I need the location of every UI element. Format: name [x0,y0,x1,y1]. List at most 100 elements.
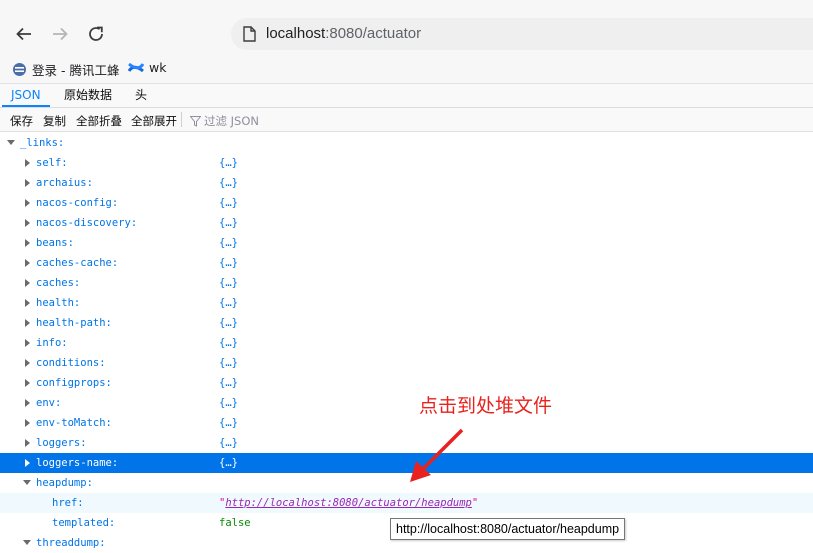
forward-button[interactable] [47,21,73,47]
collapsed-triangle-icon[interactable] [24,213,32,233]
collapsed-triangle-icon[interactable] [24,333,32,353]
expanded-triangle-icon[interactable] [7,133,15,153]
collapsed-object-value: {…} [219,337,238,349]
url-text: localhost:8080/actuator [266,25,421,42]
collapse-all-button[interactable]: 全部折叠 [76,113,122,129]
tree-row[interactable]: beans: {…} [0,233,813,253]
annotation-text: 点击到处堆文件 [419,395,553,417]
url-host: localhost [266,25,326,42]
tree-row[interactable]: health: {…} [0,293,813,313]
json-boolean-value: false [219,517,251,529]
json-key: health: [36,297,81,309]
tab-headers[interactable]: 头 [126,84,156,106]
copy-button[interactable]: 复制 [43,113,66,129]
collapsed-triangle-icon[interactable] [24,153,32,173]
filter-json-input[interactable]: 过滤 JSON [190,113,259,129]
collapsed-triangle-icon[interactable] [24,253,32,273]
json-action-bar: 保存 复制 全部折叠 全部展开 过滤 JSON [0,108,813,132]
collapsed-triangle-icon[interactable] [24,293,32,313]
tree-row[interactable]: archaius: {…} [0,173,813,193]
tree-row[interactable]: configprops: {…} [0,373,813,393]
json-tree: _links: self: {…} archaius: {…} nacos-config… [0,133,813,553]
collapsed-object-value: {…} [219,237,238,249]
json-key: health-path: [36,317,112,329]
collapsed-triangle-icon[interactable] [24,273,32,293]
collapsed-object-value: {…} [219,257,238,269]
collapsed-object-value: {…} [219,357,238,369]
filter-icon [190,115,201,127]
collapsed-object-value: {…} [219,197,238,209]
tree-row[interactable]: nacos-discovery: {…} [0,213,813,233]
collapsed-triangle-icon[interactable] [24,373,32,393]
expand-all-button[interactable]: 全部展开 [131,113,177,129]
bookmark-wk[interactable]: wk [128,60,166,75]
tree-row[interactable]: info: {…} [0,333,813,353]
annotation-arrow-icon [410,428,464,482]
tree-row[interactable]: caches-cache: {…} [0,253,813,273]
json-key: caches: [36,277,81,289]
link-tooltip: http://localhost:8080/actuator/heapdump [390,518,626,540]
collapsed-object-value: {…} [219,217,238,229]
json-key: _links: [20,137,65,149]
filter-placeholder: 过滤 JSON [204,114,260,128]
reload-icon [89,26,103,41]
page-icon [243,26,256,42]
browser-toolbar: localhost:8080/actuator [0,0,813,52]
json-key: info: [36,337,68,349]
json-key: beans: [36,237,74,249]
tree-row[interactable]: self: {…} [0,153,813,173]
json-key: caches-cache: [36,257,119,269]
json-key: archaius: [36,177,93,189]
collapsed-triangle-icon[interactable] [24,393,32,413]
collapsed-object-value: {…} [219,277,238,289]
json-key: env: [36,397,62,409]
expanded-triangle-icon[interactable] [23,473,31,493]
expanded-triangle-icon[interactable] [23,533,31,553]
json-key: env-toMatch: [36,417,112,429]
collapsed-object-value: {…} [219,377,238,389]
json-key: loggers: [36,437,87,449]
collapsed-object-value: {…} [219,177,238,189]
tab-json[interactable]: JSON [2,84,50,107]
collapsed-object-value: {…} [219,157,238,169]
save-button[interactable]: 保存 [10,113,33,129]
heapdump-link[interactable]: http://localhost:8080/actuator/heapdump [225,497,472,509]
tab-raw-data[interactable]: 原始数据 [55,84,121,106]
json-key: conditions: [36,357,106,369]
collapsed-triangle-icon[interactable] [24,453,32,473]
tree-row[interactable]: caches: {…} [0,273,813,293]
json-key: configprops: [36,377,112,389]
back-button[interactable] [11,21,37,47]
tree-row[interactable]: nacos-config: {…} [0,193,813,213]
collapsed-triangle-icon[interactable] [24,433,32,453]
json-key: nacos-config: [36,197,119,209]
tree-row-links[interactable]: _links: [0,133,813,153]
collapsed-triangle-icon[interactable] [24,173,32,193]
tree-row[interactable]: env: {…} [0,393,813,413]
address-bar[interactable]: localhost:8080/actuator [231,18,813,50]
tree-row-href[interactable]: href: "http://localhost:8080/actuator/he… [0,493,813,513]
json-key: href: [52,497,84,509]
collapsed-triangle-icon[interactable] [24,193,32,213]
collapsed-triangle-icon[interactable] [24,413,32,433]
collapsed-object-value: {…} [219,397,238,409]
collapsed-triangle-icon[interactable] [24,313,32,333]
forward-arrow-icon [53,27,68,41]
json-key: self: [36,157,68,169]
bookmarks-bar: 登录 - 腾讯工蜂 wk [0,52,813,84]
tree-row[interactable]: health-path: {…} [0,313,813,333]
reload-button[interactable] [83,21,109,47]
confluence-logo-icon [128,62,144,73]
bookmark-tencent[interactable]: 登录 - 腾讯工蜂 [12,60,119,79]
collapsed-object-value: {…} [219,317,238,329]
json-key: threaddump: [36,537,106,549]
json-key: loggers-name: [36,457,119,469]
url-path: :8080/actuator [325,25,422,42]
json-string-value: "http://localhost:8080/actuator/heapdump… [219,497,479,509]
tree-row[interactable]: conditions: {…} [0,353,813,373]
toolbar-divider [181,112,182,127]
collapsed-triangle-icon[interactable] [24,353,32,373]
collapsed-triangle-icon[interactable] [24,233,32,253]
back-arrow-icon [16,27,31,41]
json-key: templated: [52,517,116,529]
